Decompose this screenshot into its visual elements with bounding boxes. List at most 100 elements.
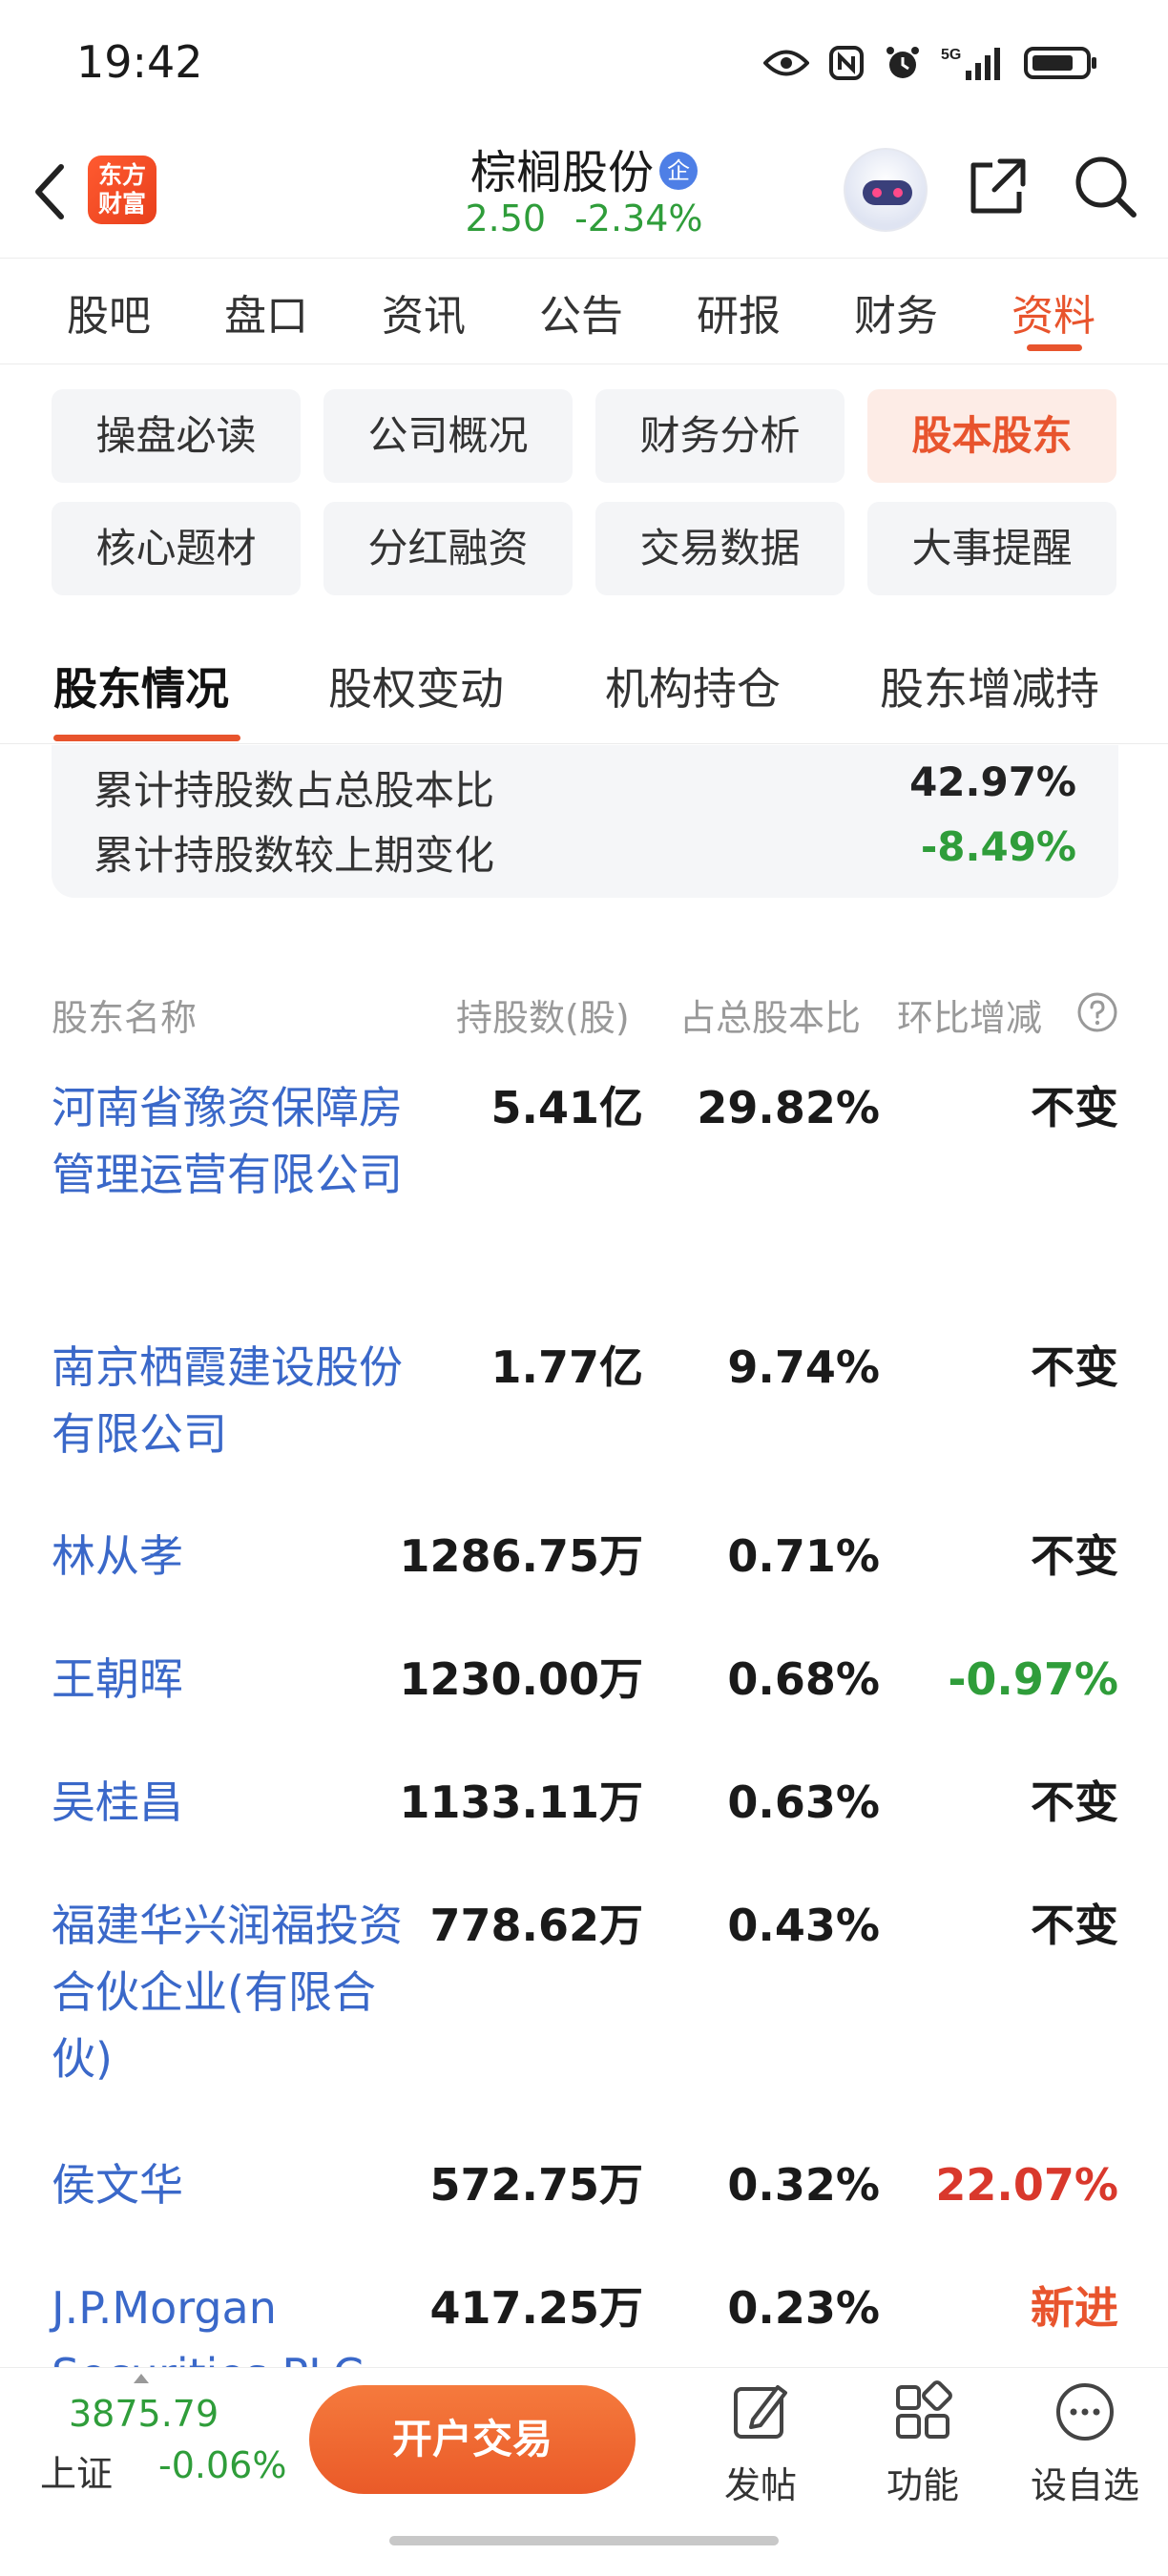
col-header-change: 环比增减 (897, 997, 1043, 1039)
collapse-arrow-icon[interactable] (134, 2374, 149, 2383)
stock-name: 棕榈股份 (469, 146, 654, 199)
holding-change: 不变 (1031, 1530, 1118, 1582)
share-ratio: 0.23% (727, 2282, 880, 2334)
eye-icon (763, 50, 809, 76)
share-icon[interactable] (964, 152, 1032, 220)
summary-row: 累计持股数较上期变化 -8.49% (94, 823, 1076, 882)
shares-held: 5.41亿 (490, 1082, 644, 1133)
section-trading-data[interactable]: 交易数据 (595, 502, 845, 595)
bottom-bar: 3875.79 上证 -0.06% 开户交易 发帖 功能 设自选 (0, 2367, 1168, 2576)
index-change[interactable]: -0.06% (158, 2444, 286, 2486)
ai-assistant-icon[interactable] (844, 148, 928, 232)
holding-change: 新进 (1031, 2282, 1118, 2334)
share-ratio: 9.74% (727, 1341, 880, 1393)
tab-announcements[interactable]: 公告 (539, 281, 623, 343)
shares-held: 417.25万 (429, 2282, 643, 2334)
search-icon[interactable] (1071, 152, 1139, 220)
index-name[interactable]: 上证 (40, 2444, 113, 2497)
active-subtab-indicator (53, 735, 240, 741)
svg-text:5G: 5G (941, 47, 961, 63)
home-indicator[interactable] (389, 2536, 779, 2545)
shareholder-name[interactable]: 南京栖霞建设股份有限公司 (52, 1334, 405, 1467)
summary-row: 累计持股数占总股本比 42.97% (94, 758, 1076, 817)
status-time: 19:42 (76, 36, 203, 88)
shareholder-content[interactable]: 累计持股数占总股本比 42.97% 累计持股数较上期变化 -8.49% 股东名称… (0, 745, 1168, 2367)
share-ratio: 29.82% (697, 1082, 880, 1133)
holding-change: -0.97% (948, 1653, 1118, 1705)
tab-research[interactable]: 研报 (697, 281, 781, 343)
shares-held: 1.77亿 (490, 1341, 644, 1393)
status-icons: 5G (763, 44, 1099, 82)
tab-finance[interactable]: 财务 (854, 281, 938, 343)
share-ratio: 0.63% (727, 1776, 880, 1828)
edit-icon (734, 2385, 787, 2439)
post-button[interactable]: 发帖 (699, 2379, 823, 2508)
shares-held: 778.62万 (429, 1900, 643, 1951)
index-value[interactable]: 3875.79 (69, 2393, 219, 2435)
stock-price: 2.50 (465, 197, 547, 239)
col-header-shares: 持股数(股) (456, 997, 630, 1039)
summary-card: 累计持股数占总股本比 42.97% 累计持股数较上期变化 -8.49% (52, 745, 1118, 898)
stock-header: 东方 财富 棕榈股份企 2.50 -2.34% (0, 129, 1168, 258)
status-bar: 19:42 5G (0, 0, 1168, 129)
section-capital-shareholders[interactable]: 股本股东 (867, 389, 1116, 483)
shareholder-name[interactable]: 福建华兴润福投资合伙企业(有限合伙) (52, 1892, 405, 2092)
functions-label: 功能 (886, 2464, 959, 2506)
summary-label: 累计持股数占总股本比 (94, 767, 495, 814)
holding-change: 不变 (1031, 1082, 1118, 1133)
section-core-themes[interactable]: 核心题材 (52, 502, 301, 595)
shares-held: 1133.11万 (399, 1776, 643, 1828)
tab-equity-changes[interactable]: 股权变动 (328, 654, 504, 717)
section-major-events[interactable]: 大事提醒 (867, 502, 1116, 595)
share-ratio: 0.43% (727, 1900, 880, 1951)
nfc-icon (829, 46, 864, 80)
summary-label: 累计持股数较上期变化 (94, 832, 495, 879)
holding-change: 不变 (1031, 1776, 1118, 1828)
tab-holding-changes[interactable]: 股东增减持 (880, 654, 1099, 717)
help-icon[interactable] (1076, 991, 1118, 1033)
share-ratio: 0.32% (727, 2159, 880, 2211)
shareholder-name[interactable]: 河南省豫资保障房管理运营有限公司 (52, 1074, 405, 1208)
summary-value: -8.49% (920, 823, 1076, 870)
summary-value: 42.97% (909, 758, 1076, 805)
shareholder-name[interactable]: 王朝晖 (52, 1646, 405, 1713)
stock-change-pct: -2.34% (574, 197, 703, 239)
shareholder-name[interactable]: 吴桂昌 (52, 1769, 405, 1836)
tab-institutional-holdings[interactable]: 机构持仓 (605, 654, 781, 717)
section-trading-guide[interactable]: 操盘必读 (52, 389, 301, 483)
tab-news[interactable]: 资讯 (382, 281, 466, 343)
col-header-ratio: 占总股本比 (679, 997, 862, 1039)
shareholder-name[interactable]: 侯文华 (52, 2151, 405, 2218)
share-ratio: 0.68% (727, 1653, 880, 1705)
enterprise-badge: 企 (659, 152, 698, 190)
col-header-name: 股东名称 (52, 997, 198, 1039)
shareholder-name[interactable]: 林从孝 (52, 1523, 405, 1589)
tab-profile[interactable]: 资料 (1012, 281, 1095, 343)
signal-5g-icon: 5G (941, 47, 1000, 80)
section-financial-analysis[interactable]: 财务分析 (595, 389, 845, 483)
add-watchlist-label: 设自选 (1030, 2464, 1139, 2506)
share-ratio: 0.71% (727, 1530, 880, 1582)
shareholder-tabs: 股东情况 股权变动 机构持仓 股东增减持 (0, 630, 1168, 744)
active-tab-indicator (1027, 344, 1082, 351)
tab-pankou[interactable]: 盘口 (224, 281, 308, 343)
shareholder-name[interactable]: J.P.Morgan Securities PLC-自 (52, 2275, 405, 2367)
post-label: 发帖 (723, 2464, 797, 2506)
more-circle-icon (1056, 2383, 1114, 2441)
shares-held: 1286.75万 (399, 1530, 643, 1582)
shares-held: 572.75万 (429, 2159, 643, 2211)
shares-held: 1230.00万 (399, 1653, 643, 1705)
tab-guba[interactable]: 股吧 (67, 281, 151, 343)
holding-change: 22.07% (935, 2159, 1118, 2211)
battery-icon (1024, 47, 1096, 79)
functions-button[interactable]: 功能 (861, 2379, 985, 2508)
apps-grid-icon (896, 2380, 952, 2439)
section-company-overview[interactable]: 公司概况 (323, 389, 573, 483)
holding-change: 不变 (1031, 1900, 1118, 1951)
add-watchlist-button[interactable]: 设自选 (1023, 2379, 1147, 2508)
open-account-trade-button[interactable]: 开户交易 (309, 2385, 636, 2494)
section-dividends-financing[interactable]: 分红融资 (323, 502, 573, 595)
holding-change: 不变 (1031, 1341, 1118, 1393)
alarm-icon (886, 47, 919, 78)
tab-shareholder-info[interactable]: 股东情况 (53, 654, 229, 717)
